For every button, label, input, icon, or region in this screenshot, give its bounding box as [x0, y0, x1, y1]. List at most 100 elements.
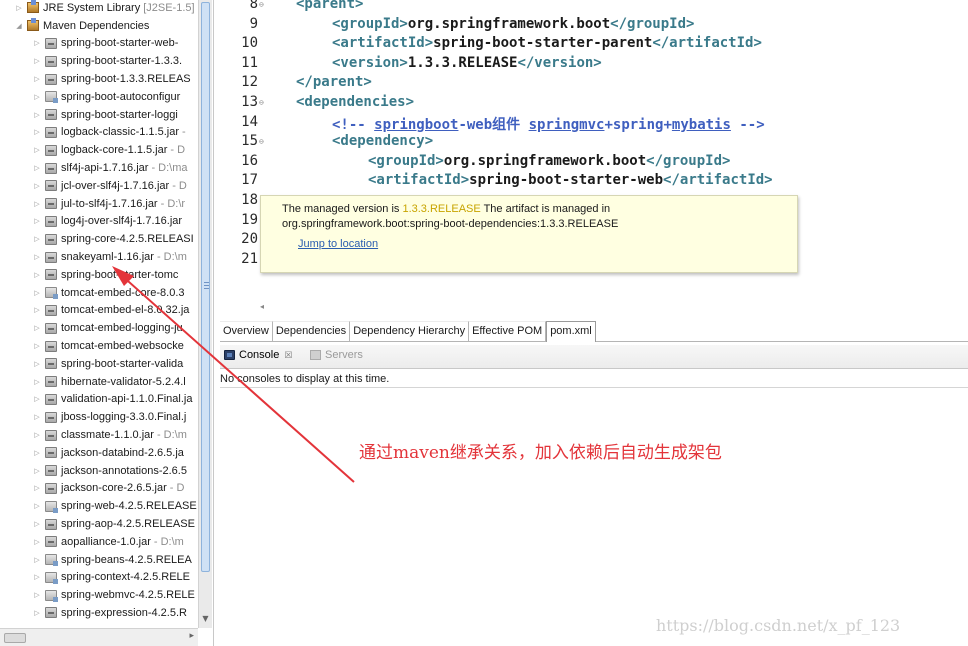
chevron-right-icon[interactable]: ▷ — [32, 342, 42, 350]
tree-item[interactable]: ▷ jul-to-slf4j-1.7.16.jar - D:\r — [0, 195, 198, 213]
tree-item[interactable]: ▷ slf4j-api-1.7.16.jar - D:\ma — [0, 159, 198, 177]
tree-item[interactable]: ▷ logback-classic-1.1.5.jar - — [0, 124, 198, 142]
tab-effective-pom[interactable]: Effective POM — [469, 321, 547, 341]
chevron-right-icon[interactable]: ▷ — [32, 467, 42, 475]
tab-dependency-hierarchy[interactable]: Dependency Hierarchy — [350, 321, 470, 341]
chevron-right-icon[interactable]: ▷ — [32, 306, 42, 314]
chevron-right-icon[interactable]: ▷ — [32, 484, 42, 492]
code-line[interactable]: </parent> — [296, 74, 372, 90]
tree-item[interactable]: ▷ jackson-core-2.6.5.jar - D — [0, 480, 198, 498]
jump-to-location-link[interactable]: Jump to location — [298, 237, 797, 252]
tree-vertical-scrollbar[interactable]: ▼ — [198, 0, 212, 628]
code-line[interactable]: <parent> — [296, 0, 363, 12]
chevron-right-icon[interactable]: ▷ — [32, 235, 42, 243]
tree-item[interactable]: ▷ hibernate-validator-5.2.4.l — [0, 373, 198, 391]
chevron-right-icon[interactable]: ▷ — [32, 360, 42, 368]
code-line[interactable]: <dependency> — [332, 133, 433, 149]
chevron-right-icon[interactable]: ▷ — [32, 520, 42, 528]
code-line[interactable]: <artifactId>spring-boot-starter-web</art… — [368, 172, 773, 188]
tree-item[interactable]: ▷ spring-expression-4.2.5.R — [0, 604, 198, 622]
chevron-right-icon[interactable]: ▷ — [32, 39, 42, 47]
tree-item[interactable]: ▷ tomcat-embed-core-8.0.3 — [0, 284, 198, 302]
scrollbar-thumb[interactable] — [201, 2, 210, 572]
tree-item[interactable]: ▷ spring-core-4.2.5.RELEASI — [0, 230, 198, 248]
chevron-right-icon[interactable]: ▷ — [32, 502, 42, 510]
tree-item[interactable]: ▷ spring-context-4.2.5.RELE — [0, 569, 198, 587]
tab-console[interactable]: Console ☒ — [224, 349, 292, 361]
chevron-right-icon[interactable]: ▷ — [32, 271, 42, 279]
tree-item[interactable]: ▷ spring-boot-starter-1.3.3. — [0, 52, 198, 70]
chevron-right-icon[interactable]: ▷ — [32, 164, 42, 172]
tree-item[interactable]: ▷ JRE System Library [J2SE-1.5] — [0, 0, 198, 17]
tree-item[interactable]: ▷ spring-aop-4.2.5.RELEASE — [0, 515, 198, 533]
chevron-right-icon[interactable]: ▷ — [32, 111, 42, 119]
chevron-right-icon[interactable]: ▷ — [32, 538, 42, 546]
chevron-right-icon[interactable]: ▷ — [32, 289, 42, 297]
tree-item[interactable]: ▷ spring-beans-4.2.5.RELEA — [0, 551, 198, 569]
tree-item[interactable]: ▷ tomcat-embed-el-8.0.32.ja — [0, 302, 198, 320]
editor-horizontal-scrollbar[interactable]: ◂ — [256, 302, 968, 314]
tree-item[interactable]: ▷ spring-boot-autoconfigur — [0, 88, 198, 106]
chevron-right-icon[interactable]: ▷ — [32, 395, 42, 403]
tree-item[interactable]: ▷ spring-boot-1.3.3.RELEAS — [0, 70, 198, 88]
chevron-right-icon[interactable]: ▷ — [32, 413, 42, 421]
chevron-down-icon[interactable]: ◢ — [14, 22, 24, 30]
tree-item[interactable]: ▷ logback-core-1.1.5.jar - D — [0, 141, 198, 159]
chevron-right-icon[interactable]: ▷ — [32, 200, 42, 208]
code-line[interactable]: <groupId>org.springframework.boot</group… — [368, 153, 730, 169]
close-icon[interactable]: ☒ — [284, 350, 292, 361]
chevron-right-icon[interactable]: ▷ — [32, 217, 42, 225]
scroll-right-arrow-icon[interactable]: ▸ — [189, 631, 194, 641]
code-line[interactable]: <version>1.3.3.RELEASE</version> — [332, 55, 602, 71]
tree-item[interactable]: ▷ spring-boot-starter-valida — [0, 355, 198, 373]
tree-item[interactable]: ▷ jackson-annotations-2.6.5 — [0, 462, 198, 480]
chevron-right-icon[interactable]: ▷ — [32, 128, 42, 136]
chevron-right-icon[interactable]: ▷ — [32, 75, 42, 83]
tree-horizontal-scrollbar[interactable]: ▸ — [0, 628, 198, 646]
tree-item[interactable]: ▷ spring-boot-starter-tomc — [0, 266, 198, 284]
tree-item[interactable]: ◢ Maven Dependencies — [0, 17, 198, 35]
tab-pom-xml[interactable]: pom.xml — [546, 321, 596, 342]
chevron-right-icon[interactable]: ▷ — [32, 146, 42, 154]
scrollbar-thumb[interactable] — [4, 633, 26, 643]
tree-item[interactable]: ▷ spring-boot-starter-loggi — [0, 106, 198, 124]
code-line[interactable]: <groupId>org.springframework.boot</group… — [332, 16, 694, 32]
fold-toggle-icon[interactable]: ⊖ — [259, 137, 264, 146]
tree-item[interactable]: ▷ tomcat-embed-logging-ju — [0, 319, 198, 337]
scroll-down-arrow-icon[interactable]: ▼ — [199, 612, 212, 626]
chevron-right-icon[interactable]: ▷ — [32, 182, 42, 190]
tab-overview[interactable]: Overview — [220, 321, 273, 341]
code-line[interactable]: <dependencies> — [296, 94, 414, 110]
fold-toggle-icon[interactable]: ⊖ — [259, 98, 264, 107]
chevron-right-icon[interactable]: ▷ — [32, 93, 42, 101]
chevron-right-icon[interactable]: ▷ — [32, 591, 42, 599]
tree-item[interactable]: ▷ jboss-logging-3.3.0.Final.j — [0, 408, 198, 426]
tree-item[interactable]: ▷ spring-boot-starter-web- — [0, 35, 198, 53]
chevron-right-icon[interactable]: ▷ — [32, 378, 42, 386]
tab-dependencies[interactable]: Dependencies — [272, 321, 351, 341]
chevron-right-icon[interactable]: ▷ — [32, 431, 42, 439]
code-line[interactable]: <!-- springboot-web组件 springmvc+spring+m… — [332, 114, 765, 134]
scroll-left-arrow-icon[interactable]: ◂ — [260, 302, 264, 311]
chevron-right-icon[interactable]: ▷ — [14, 4, 24, 12]
tree-item[interactable]: ▷ spring-web-4.2.5.RELEASE — [0, 497, 198, 515]
tree-item[interactable]: ▷ log4j-over-slf4j-1.7.16.jar — [0, 213, 198, 231]
chevron-right-icon[interactable]: ▷ — [32, 57, 42, 65]
tree-item[interactable]: ▷ classmate-1.1.0.jar - D:\m — [0, 426, 198, 444]
code-line[interactable]: <artifactId>spring-boot-starter-parent</… — [332, 35, 762, 51]
tree-item[interactable]: ▷ snakeyaml-1.16.jar - D:\m — [0, 248, 198, 266]
tab-servers[interactable]: Servers — [310, 349, 363, 361]
chevron-right-icon[interactable]: ▷ — [32, 609, 42, 617]
chevron-right-icon[interactable]: ▷ — [32, 253, 42, 261]
tree-item[interactable]: ▷ validation-api-1.1.0.Final.ja — [0, 391, 198, 409]
chevron-right-icon[interactable]: ▷ — [32, 556, 42, 564]
fold-toggle-icon[interactable]: ⊖ — [259, 0, 264, 9]
tree-item[interactable]: ▷ tomcat-embed-websocke — [0, 337, 198, 355]
tree-item[interactable]: ▷ jcl-over-slf4j-1.7.16.jar - D — [0, 177, 198, 195]
chevron-right-icon[interactable]: ▷ — [32, 324, 42, 332]
tree-item[interactable]: ▷ aopalliance-1.0.jar - D:\m — [0, 533, 198, 551]
pom-xml-editor[interactable]: 8 ⊖ 9 10 11 12 13 ⊖ 14 15 ⊖ 16 17 18 19 20 21 <parent> <g… — [220, 0, 968, 311]
chevron-right-icon[interactable]: ▷ — [32, 573, 42, 581]
chevron-right-icon[interactable]: ▷ — [32, 449, 42, 457]
tree-item[interactable]: ▷ jackson-databind-2.6.5.ja — [0, 444, 198, 462]
